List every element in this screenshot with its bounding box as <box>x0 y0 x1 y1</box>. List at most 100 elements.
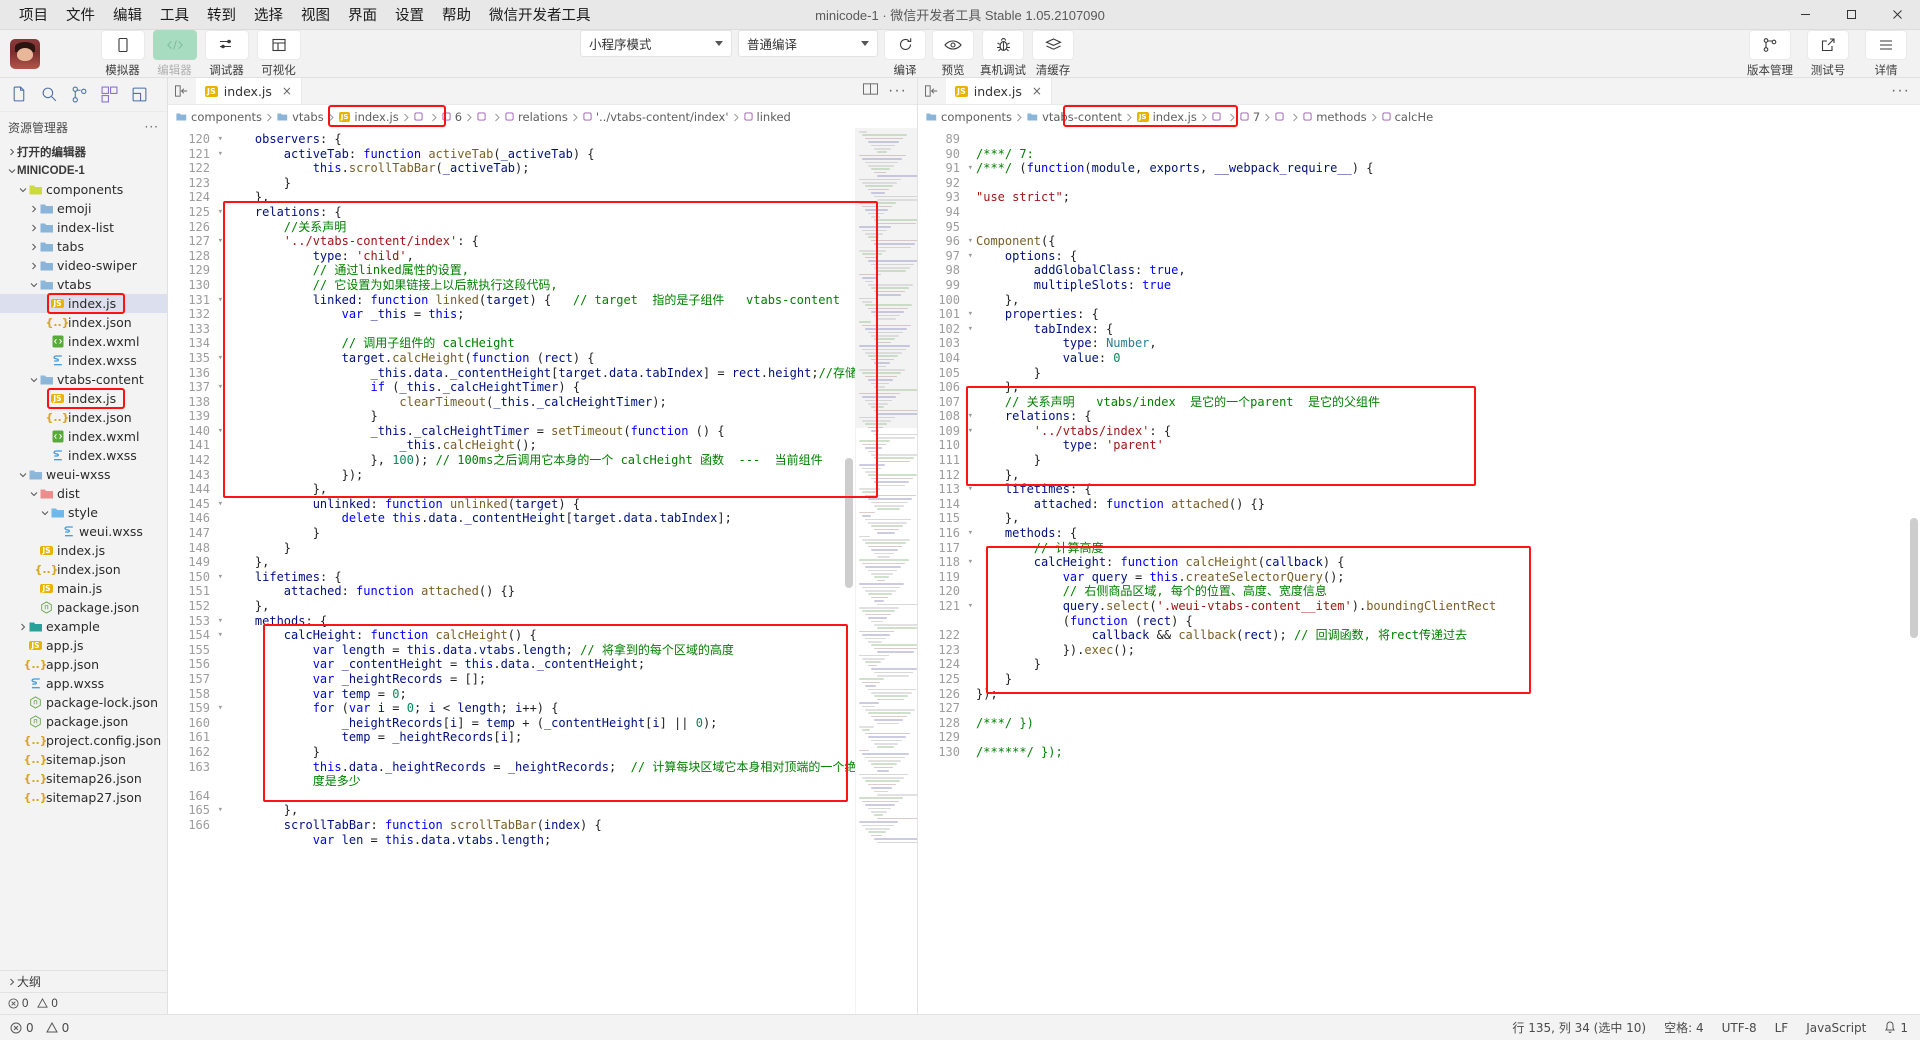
more-actions-icon[interactable]: ··· <box>1891 82 1910 100</box>
code-editor-right[interactable]: 89 90 91 ▾ 92 93 94 95 96 ▾ 97 ▾ 98 99 100 101 ▾ 102 ▾ 103 1… <box>918 128 1920 1014</box>
fold-icon[interactable]: ▾ <box>968 234 973 249</box>
fold-icon[interactable]: ▾ <box>218 497 223 512</box>
tree-folder-vtabs-content[interactable]: vtabs-content <box>0 370 167 389</box>
maximize-icon[interactable] <box>1828 0 1874 30</box>
tree-file-main.js[interactable]: JS main.js <box>0 579 167 598</box>
tree-file-weui.wxss[interactable]: weui.wxss <box>0 522 167 541</box>
more-actions-icon[interactable]: ··· <box>888 82 907 100</box>
breadcrumb-item-0[interactable]: components <box>926 110 1012 124</box>
breadcrumb-item-6[interactable]: methods <box>1303 110 1367 124</box>
close-icon[interactable]: × <box>282 84 292 98</box>
fold-icon[interactable]: ▾ <box>968 526 973 541</box>
breadcrumb-item-1[interactable]: vtabs-content <box>1027 110 1122 124</box>
menu-item-4[interactable]: 转到 <box>198 1 245 28</box>
minimize-icon[interactable] <box>1782 0 1828 30</box>
vertical-scrollbar-left[interactable] <box>843 128 855 1014</box>
menu-item-8[interactable]: 设置 <box>386 1 433 28</box>
menu-item-7[interactable]: 界面 <box>339 1 386 28</box>
fold-icon[interactable]: ▾ <box>218 234 223 249</box>
fold-icon[interactable]: ▾ <box>968 161 973 176</box>
breadcrumb-item-4[interactable]: 7 <box>1240 110 1260 124</box>
notification-bell[interactable]: 1 <box>1884 1021 1908 1035</box>
indent-setting[interactable]: 空格: 4 <box>1664 1019 1704 1036</box>
fold-icon[interactable]: ▾ <box>218 147 223 162</box>
fold-icon[interactable]: ▾ <box>968 322 973 337</box>
tree-folder-video-swiper[interactable]: video-swiper <box>0 256 167 275</box>
breadcrumb-item-0[interactable]: components <box>176 110 262 124</box>
breadcrumb-item-2[interactable]: JS index.js <box>338 110 399 124</box>
code-content-left[interactable]: observers: { activeTab: function activeT… <box>226 128 855 1014</box>
chevron-right-icon[interactable] <box>28 243 39 251</box>
project-root-row[interactable]: MINICODE-1 <box>0 161 167 180</box>
tool-详情[interactable]: 详情 <box>1860 29 1912 78</box>
fold-icon[interactable]: ▾ <box>968 482 973 497</box>
chevron-right-icon[interactable] <box>28 262 39 270</box>
breadcrumb-item-5[interactable] <box>1275 112 1288 121</box>
breadcrumb-item-7[interactable]: '../vtabs-content/index' <box>583 110 729 124</box>
menu-item-1[interactable]: 文件 <box>57 1 104 28</box>
tree-file-app.json[interactable]: {..} app.json <box>0 655 167 674</box>
tool-编译[interactable]: 编译 <box>884 29 926 78</box>
eol-setting[interactable]: LF <box>1775 1021 1789 1035</box>
chevron-down-icon[interactable] <box>17 186 28 194</box>
tree-file-index.json[interactable]: {..} index.json <box>0 313 167 332</box>
tool-调试器[interactable]: 调试器 <box>204 29 249 78</box>
tree-file-index.wxss[interactable]: index.wxss <box>0 351 167 370</box>
scrollbar-thumb[interactable] <box>845 458 853 588</box>
tree-file-package.json[interactable]: package.json <box>0 598 167 617</box>
tree-file-index.js[interactable]: JS index.js <box>0 293 167 314</box>
menu-item-3[interactable]: 工具 <box>151 1 198 28</box>
breadcrumb-item-7[interactable]: calcHe <box>1382 110 1433 124</box>
breadcrumb-item-3[interactable] <box>1212 112 1225 121</box>
tree-file-app.wxss[interactable]: app.wxss <box>0 674 167 693</box>
fold-icon[interactable]: ▾ <box>218 570 223 585</box>
tool-编辑器[interactable]: 编辑器 <box>152 29 197 78</box>
tool-预览[interactable]: 预览 <box>932 29 974 78</box>
menu-item-0[interactable]: 项目 <box>10 1 57 28</box>
tree-file-sitemap27.json[interactable]: {..} sitemap27.json <box>0 788 167 807</box>
chevron-down-icon[interactable] <box>28 490 39 498</box>
toggle-sidebar-icon[interactable] <box>168 78 196 104</box>
status-warning-count[interactable]: 0 <box>45 1021 69 1035</box>
tree-file-app.js[interactable]: JS app.js <box>0 636 167 655</box>
tree-file-project.config.json[interactable]: {..} project.config.json <box>0 731 167 750</box>
tree-folder-weui-wxss[interactable]: weui-wxss <box>0 465 167 484</box>
mode-select[interactable]: 小程序模式 <box>580 29 732 57</box>
more-actions-icon[interactable]: ··· <box>145 120 159 134</box>
tree-file-index.js[interactable]: JS index.js <box>0 541 167 560</box>
fold-icon[interactable]: ▾ <box>218 614 223 629</box>
code-editor-left[interactable]: 120 ▾ 121 ▾ 122 123 124 125 ▾ 126 127 ▾ 128 129 130 131… <box>168 128 917 1014</box>
breadcrumb-item-4[interactable]: 6 <box>442 110 462 124</box>
chevron-down-icon[interactable] <box>28 376 39 384</box>
menu-item-10[interactable]: 微信开发者工具 <box>480 1 600 28</box>
chevron-right-icon[interactable] <box>28 224 39 232</box>
tool-清缓存[interactable]: 清缓存 <box>1032 29 1074 78</box>
breadcrumb-item-3[interactable] <box>414 112 427 121</box>
cursor-position[interactable]: 行 135, 列 34 (选中 10) <box>1512 1019 1646 1036</box>
fold-icon[interactable]: ▾ <box>218 701 223 716</box>
source-control-icon[interactable] <box>65 81 93 109</box>
tool-版本管理[interactable]: 版本管理 <box>1744 29 1796 78</box>
close-icon[interactable] <box>1874 0 1920 30</box>
tree-folder-index-list[interactable]: index-list <box>0 218 167 237</box>
tree-folder-example[interactable]: example <box>0 617 167 636</box>
tree-file-index.js[interactable]: JS index.js <box>0 388 167 409</box>
tree-file-index.json[interactable]: {..} index.json <box>0 408 167 427</box>
tree-file-sitemap26.json[interactable]: {..} sitemap26.json <box>0 769 167 788</box>
status-error-count[interactable]: 0 <box>10 1021 34 1035</box>
menu-item-2[interactable]: 编辑 <box>104 1 151 28</box>
fold-icon[interactable]: ▾ <box>218 205 223 220</box>
explorer-icon[interactable] <box>5 81 33 109</box>
tree-folder-style[interactable]: style <box>0 503 167 522</box>
search-icon[interactable] <box>35 81 63 109</box>
toggle-sidebar-icon[interactable] <box>918 78 946 104</box>
breadcrumb-item-1[interactable]: vtabs <box>277 110 324 124</box>
vertical-scrollbar-right[interactable] <box>1908 128 1920 1014</box>
tree-file-index.json[interactable]: {..} index.json <box>0 560 167 579</box>
fold-icon[interactable]: ▾ <box>968 555 973 570</box>
tree-folder-emoji[interactable]: emoji <box>0 199 167 218</box>
avatar[interactable] <box>10 38 40 69</box>
chevron-down-icon[interactable] <box>28 281 39 289</box>
tree-file-index.wxml[interactable]: index.wxml <box>0 427 167 446</box>
chevron-down-icon[interactable] <box>39 509 50 517</box>
